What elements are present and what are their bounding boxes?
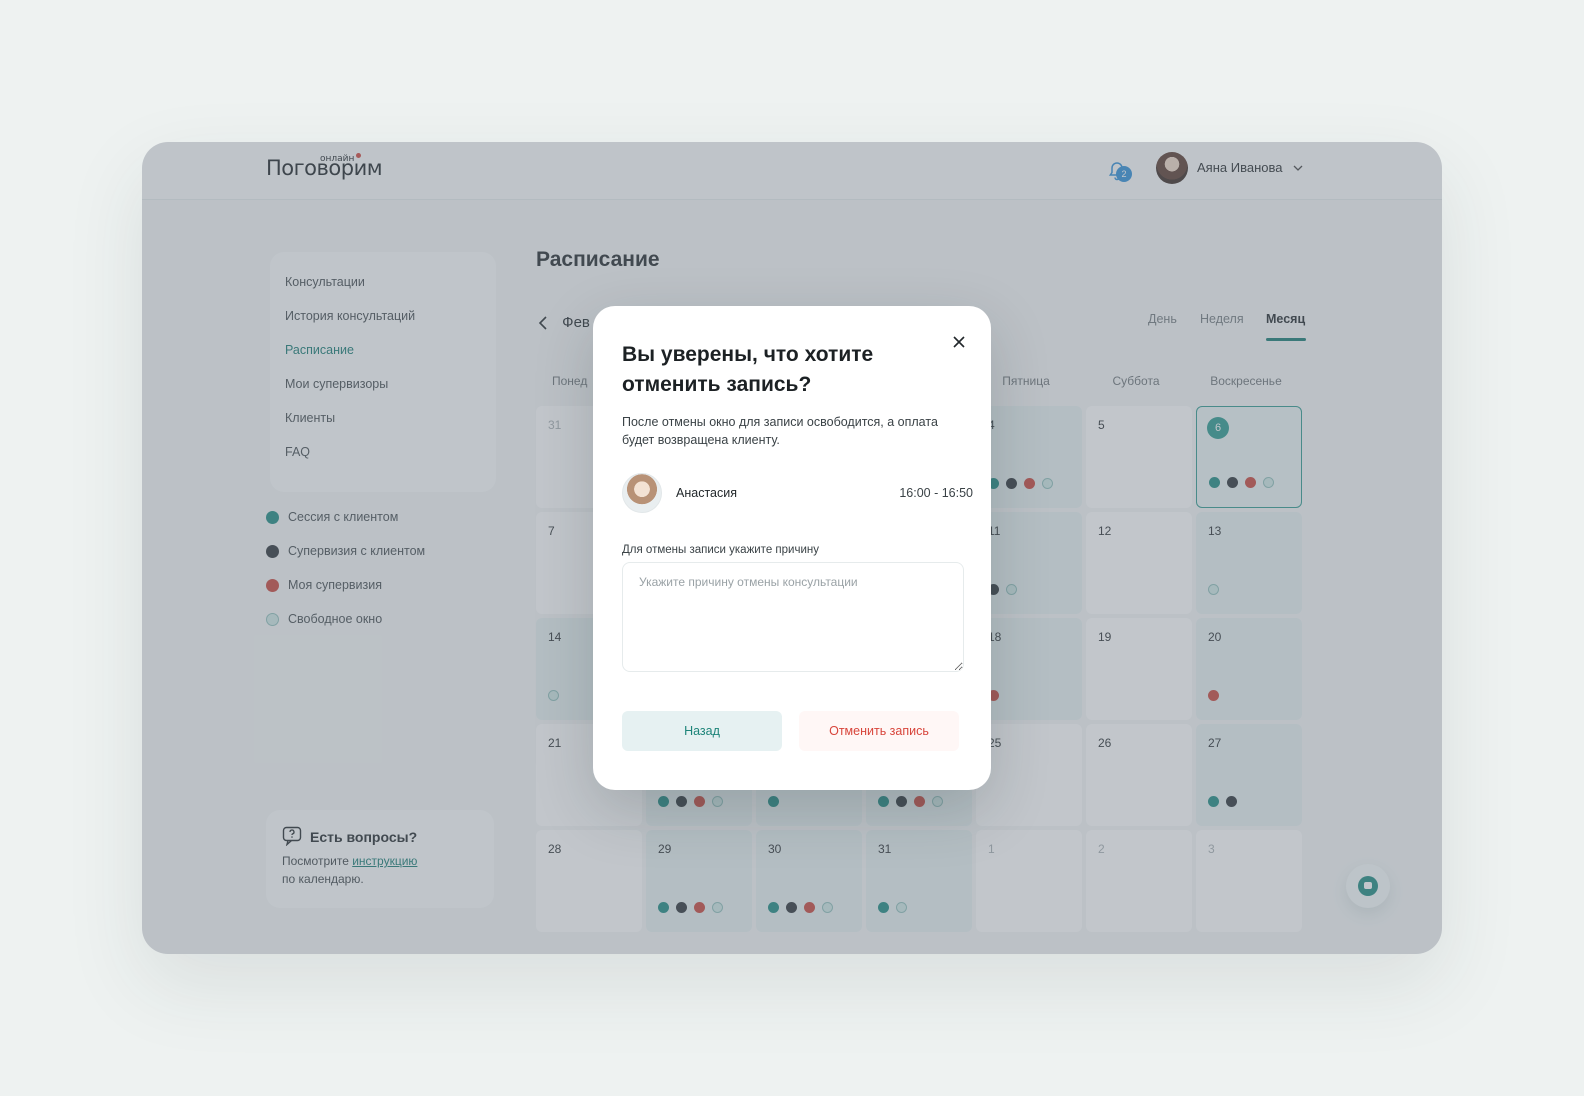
appointment-time: 16:00 - 16:50 (899, 486, 973, 500)
cancel-reason-input[interactable] (622, 562, 964, 672)
reason-label: Для отмены записи укажите причину (622, 544, 819, 556)
dialog-description: После отмены окно для записи освободится… (622, 415, 938, 447)
client-avatar (622, 473, 662, 513)
client-name: Анастасия (676, 486, 737, 500)
cancel-appointment-dialog: Вы уверены, что хотите отменить запись? … (593, 306, 991, 790)
back-button[interactable]: Назад (622, 711, 782, 751)
close-icon[interactable] (953, 336, 965, 348)
cancel-appointment-button[interactable]: Отменить запись (799, 711, 959, 751)
dialog-title: Вы уверены, что хотите отменить запись? (622, 343, 874, 396)
